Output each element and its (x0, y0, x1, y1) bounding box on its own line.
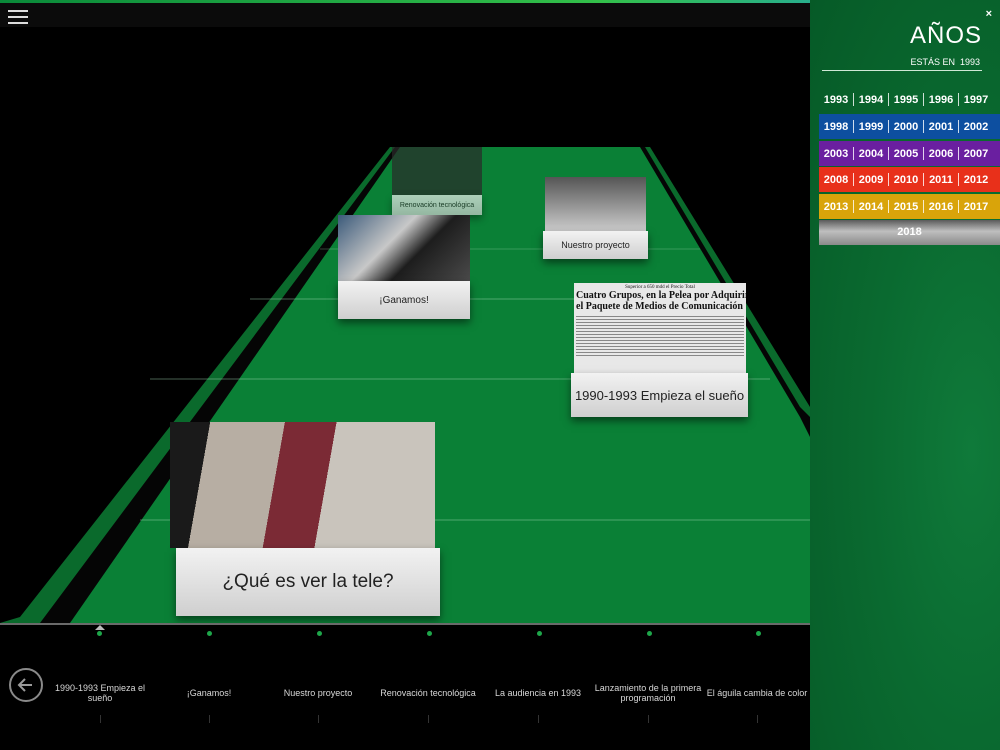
card-que-es-ver-la-tele[interactable]: ¿Qué es ver la tele? (168, 422, 440, 620)
card-photo (545, 177, 646, 231)
current-year: 1993 (959, 57, 980, 67)
year-button-2004[interactable]: 2004 (854, 148, 888, 160)
year-row: 2003 2004 2005 2006 2007 (819, 141, 1000, 166)
timeline-dot[interactable] (756, 631, 761, 636)
card-empieza-el-sueno[interactable]: Superior a 650 mdd el Precio Total Cuatr… (571, 283, 748, 419)
timeline-dot[interactable] (647, 631, 652, 636)
year-button-1994[interactable]: 1994 (854, 94, 888, 106)
card-photo (338, 215, 470, 281)
year-button-2012[interactable]: 2012 (959, 174, 993, 186)
timeline-tick (428, 715, 429, 723)
timeline-item[interactable]: Lanzamiento de la primera programación (593, 673, 703, 713)
current-label: ESTÁS EN (910, 57, 955, 67)
hamburger-menu-icon[interactable] (8, 10, 28, 26)
card-photo (170, 422, 435, 548)
year-button-2011[interactable]: 2011 (924, 174, 958, 186)
year-button-1998[interactable]: 1998 (819, 121, 853, 133)
newspaper-columns (576, 316, 744, 356)
timeline-dot[interactable] (207, 631, 212, 636)
year-button-2005[interactable]: 2005 (889, 148, 923, 160)
timeline-dot[interactable] (427, 631, 432, 636)
timeline-tick (757, 715, 758, 723)
year-button-2001[interactable]: 2001 (924, 121, 958, 133)
year-button-1999[interactable]: 1999 (854, 121, 888, 133)
card-label: Renovación tecnológica (392, 195, 482, 215)
timeline-item[interactable]: 1990-1993 Empieza el sueño (45, 673, 155, 713)
timeline-dot[interactable] (537, 631, 542, 636)
years-panel: × AÑOS ESTÁS EN 1993 1993 1994 1995 1996 199… (810, 0, 1000, 750)
year-row: 1998 1999 2000 2001 2002 (819, 114, 1000, 139)
card-renovacion[interactable]: Renovación tecnológica (392, 147, 482, 217)
timeline-tick (100, 715, 101, 723)
year-row: 2013 2014 2015 2016 2017 (819, 194, 1000, 219)
timeline-tick (538, 715, 539, 723)
year-button-1996[interactable]: 1996 (924, 94, 958, 106)
year-button-2010[interactable]: 2010 (889, 174, 923, 186)
divider (822, 70, 982, 71)
card-label: ¿Qué es ver la tele? (176, 548, 440, 616)
newspaper-headline-2: el Paquete de Medios de Comunicación (576, 301, 743, 312)
year-button-2013[interactable]: 2013 (819, 201, 853, 213)
arrow-left-circle-icon[interactable] (9, 668, 43, 702)
year-button-1997[interactable]: 1997 (959, 94, 993, 106)
year-button-1995[interactable]: 1995 (889, 94, 923, 106)
timeline-dot[interactable] (97, 631, 102, 636)
year-button-1993[interactable]: 1993 (819, 94, 853, 106)
timeline-tick (648, 715, 649, 723)
year-button-2007[interactable]: 2007 (959, 148, 993, 160)
year-row: 1993 1994 1995 1996 1997 (819, 87, 1000, 112)
newspaper-headline-1: Cuatro Grupos, en la Pelea por Adquirir (576, 290, 746, 301)
year-button-2016[interactable]: 2016 (924, 201, 958, 213)
year-button-2000[interactable]: 2000 (889, 121, 923, 133)
timeline-item[interactable]: El águila cambia de color (702, 673, 812, 713)
current-year-indicator: ESTÁS EN 1993 (910, 57, 980, 67)
timeline-dot[interactable] (317, 631, 322, 636)
close-icon[interactable]: × (986, 8, 992, 20)
card-nuestro-proyecto[interactable]: Nuestro proyecto (543, 177, 648, 261)
card-ganamos[interactable]: ¡Ganamos! (338, 215, 470, 321)
year-button-2008[interactable]: 2008 (819, 174, 853, 186)
year-button-2017[interactable]: 2017 (959, 201, 993, 213)
year-button-2014[interactable]: 2014 (854, 201, 888, 213)
timeline-tick (318, 715, 319, 723)
timeline-3d-stage: Renovación tecnológica Nuestro proyecto … (0, 27, 810, 623)
card-label: ¡Ganamos! (338, 281, 470, 319)
year-row: 2008 2009 2010 2011 2012 (819, 167, 1000, 192)
timeline-line (0, 623, 810, 625)
bottom-timeline: 1990-1993 Empieza el sueño ¡Ganamos! Nue… (0, 623, 810, 750)
year-button-2018[interactable]: 2018 (819, 220, 1000, 245)
timeline-item[interactable]: Nuestro proyecto (263, 673, 373, 713)
card-photo (392, 147, 482, 195)
year-button-2002[interactable]: 2002 (959, 121, 993, 133)
year-button-2015[interactable]: 2015 (889, 201, 923, 213)
timeline-tick (209, 715, 210, 723)
panel-title: AÑOS (909, 22, 982, 49)
timeline-item[interactable]: Renovación tecnológica (373, 673, 483, 713)
newspaper-photo: Superior a 650 mdd el Precio Total Cuatr… (574, 283, 746, 373)
card-label: 1990-1993 Empieza el sueño (571, 373, 748, 417)
year-button-2009[interactable]: 2009 (854, 174, 888, 186)
top-bar (0, 3, 810, 27)
timeline-item[interactable]: ¡Ganamos! (154, 673, 264, 713)
timeline-item[interactable]: La audiencia en 1993 (483, 673, 593, 713)
card-label: Nuestro proyecto (543, 231, 648, 259)
year-button-2003[interactable]: 2003 (819, 148, 853, 160)
timeline-position-marker (95, 625, 105, 630)
year-button-2006[interactable]: 2006 (924, 148, 958, 160)
